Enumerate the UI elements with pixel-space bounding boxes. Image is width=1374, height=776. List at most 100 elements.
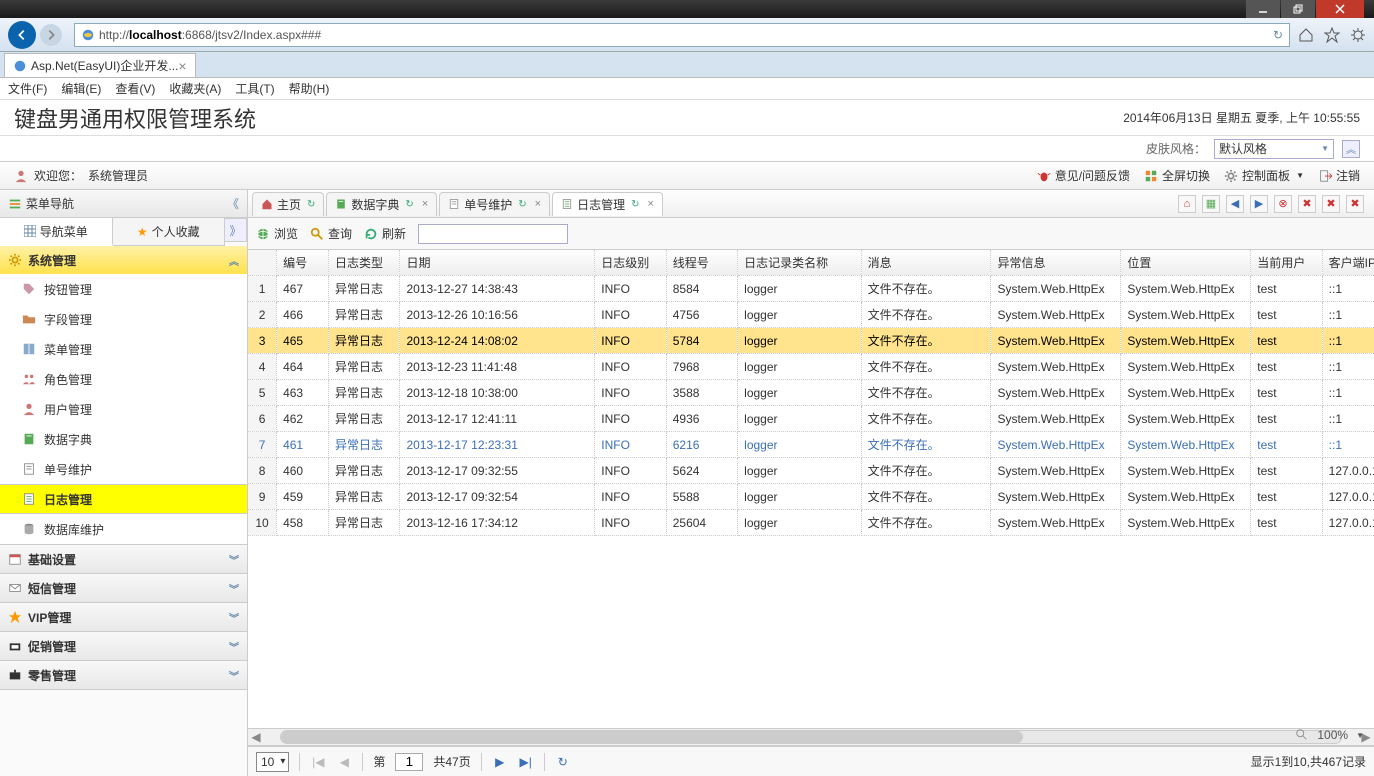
home-icon[interactable] — [1298, 27, 1314, 43]
window-close-button[interactable] — [1316, 0, 1364, 18]
collapse-header-button[interactable]: ︽ — [1342, 140, 1360, 158]
column-header[interactable]: 位置 — [1121, 250, 1251, 276]
page-input[interactable] — [395, 753, 423, 771]
menu-item[interactable]: 角色管理 — [0, 364, 247, 394]
window-maximize-button[interactable] — [1281, 0, 1315, 18]
browser-menu-item[interactable]: 工具(T) — [235, 80, 274, 97]
table-row[interactable]: 1 467异常日志2013-12-27 14:38:43 INFO8584log… — [248, 276, 1374, 302]
menu-item[interactable]: 按钮管理 — [0, 274, 247, 304]
menu-item[interactable]: 菜单管理 — [0, 334, 247, 364]
nav-forward-button[interactable] — [40, 24, 62, 46]
refresh-button[interactable]: 刷新 — [364, 225, 406, 242]
close-icon[interactable]: × — [535, 198, 541, 210]
column-header[interactable]: 线程号 — [666, 250, 737, 276]
table-row[interactable]: 5 463异常日志2013-12-18 10:38:00 INFO3588log… — [248, 380, 1374, 406]
refresh-icon[interactable]: ↻ — [405, 199, 413, 210]
skin-select[interactable]: 默认风格 — [1214, 139, 1334, 159]
column-header[interactable]: 日志记录类名称 — [738, 250, 861, 276]
search-input[interactable] — [418, 224, 568, 244]
nav-back-button[interactable] — [8, 21, 36, 49]
next-page-button[interactable]: ▶ — [492, 754, 508, 770]
column-header[interactable]: 编号 — [277, 250, 329, 276]
window-minimize-button[interactable] — [1246, 0, 1280, 18]
prev-page-button[interactable]: ◀ — [336, 754, 352, 770]
browser-menu-item[interactable]: 文件(F) — [8, 80, 47, 97]
browser-menu-item[interactable]: 帮助(H) — [289, 80, 330, 97]
logout-button[interactable]: 注销 — [1318, 167, 1360, 184]
tab-close-icon[interactable]: × — [178, 58, 186, 74]
column-header[interactable]: 异常信息 — [991, 250, 1121, 276]
tabtool-close-icon[interactable]: ⊗ — [1274, 195, 1292, 213]
tabtool-grid-icon[interactable]: ▦ — [1202, 195, 1220, 213]
table-row[interactable]: 7 461异常日志2013-12-17 12:23:31 INFO6216log… — [248, 432, 1374, 458]
feedback-button[interactable]: 意见/问题反馈 — [1037, 167, 1130, 184]
menu-item[interactable]: 单号维护 — [0, 454, 247, 484]
content-tab[interactable]: 主页↻ — [252, 192, 324, 216]
fullscreen-button[interactable]: 全屏切换 — [1144, 167, 1210, 184]
close-icon[interactable]: × — [422, 198, 428, 210]
page-size-select[interactable]: 10 — [256, 752, 289, 772]
column-header[interactable]: 日期 — [400, 250, 595, 276]
accordion-header[interactable]: 基础设置︾ — [0, 545, 247, 573]
browser-menu-item[interactable]: 查看(V) — [115, 80, 155, 97]
sidebar-expand-button[interactable]: 》 — [225, 218, 247, 242]
browser-menu-item[interactable]: 收藏夹(A) — [169, 80, 221, 97]
menu-item[interactable]: 数据字典 — [0, 424, 247, 454]
content-tab[interactable]: 单号维护↻× — [439, 192, 550, 216]
refresh-icon[interactable]: ↻ — [1273, 28, 1283, 42]
reload-button[interactable]: ↻ — [555, 754, 571, 770]
tabtool-next-icon[interactable]: ▶ — [1250, 195, 1268, 213]
column-header[interactable]: 消息 — [861, 250, 991, 276]
zoom-icon[interactable] — [1295, 728, 1309, 742]
table-row[interactable]: 6 462异常日志2013-12-17 12:41:11 INFO4936log… — [248, 406, 1374, 432]
url-bar[interactable]: http://localhost:6868/jtsv2/Index.aspx##… — [74, 23, 1290, 47]
content-tab[interactable]: 日志管理↻× — [552, 192, 663, 216]
tools-icon[interactable] — [1350, 27, 1366, 43]
table-row[interactable]: 4 464异常日志2013-12-23 11:41:48 INFO7968log… — [248, 354, 1374, 380]
tabtool-home-icon[interactable]: ⌂ — [1178, 195, 1196, 213]
table-row[interactable]: 3 465异常日志2013-12-24 14:08:02 INFO5784log… — [248, 328, 1374, 354]
refresh-icon[interactable]: ↻ — [631, 199, 639, 210]
tabtool-x3-icon[interactable]: ✖ — [1346, 195, 1364, 213]
accordion-header[interactable]: VIP管理︾ — [0, 603, 247, 631]
table-row[interactable]: 2 466异常日志2013-12-26 10:16:56 INFO4756log… — [248, 302, 1374, 328]
column-header[interactable]: 日志类型 — [329, 250, 400, 276]
scroll-thumb[interactable] — [281, 731, 1023, 743]
scroll-left-icon[interactable]: ◀ — [248, 730, 264, 744]
tabtool-prev-icon[interactable]: ◀ — [1226, 195, 1244, 213]
column-header[interactable]: 客户端IP地址 — [1322, 250, 1374, 276]
first-page-button[interactable]: |◀ — [310, 754, 326, 770]
control-panel-button[interactable]: 控制面板▼ — [1224, 167, 1304, 184]
sidebar-tab-nav[interactable]: 导航菜单 — [0, 218, 113, 246]
last-page-button[interactable]: ▶| — [518, 754, 534, 770]
column-header[interactable]: 当前用户 — [1251, 250, 1322, 276]
column-header[interactable]: 日志级别 — [595, 250, 666, 276]
refresh-icon[interactable]: ↻ — [518, 199, 526, 210]
table-row[interactable]: 10 458异常日志2013-12-16 17:34:12 INFO25604l… — [248, 510, 1374, 536]
refresh-icon[interactable]: ↻ — [307, 199, 315, 210]
menu-item[interactable]: 字段管理 — [0, 304, 247, 334]
close-icon[interactable]: × — [648, 198, 654, 210]
menu-item[interactable]: 用户管理 — [0, 394, 247, 424]
query-button[interactable]: 查询 — [310, 225, 352, 242]
browser-menu-item[interactable]: 编辑(E) — [61, 80, 101, 97]
tabtool-x2-icon[interactable]: ✖ — [1322, 195, 1340, 213]
menu-item[interactable]: 数据库维护 — [0, 514, 247, 544]
favorites-icon[interactable] — [1324, 27, 1340, 43]
sidebar-collapse-button[interactable]: 《 — [227, 195, 239, 212]
browse-button[interactable]: 浏览 — [256, 225, 298, 242]
horizontal-scrollbar[interactable]: ◀ ▶ — [248, 728, 1374, 746]
accordion-header[interactable]: 零售管理︾ — [0, 661, 247, 689]
grid-scroll[interactable]: 编号日志类型日期日志级别线程号日志记录类名称消息异常信息位置当前用户客户端IP地… — [248, 250, 1374, 728]
menu-item[interactable]: 日志管理 — [0, 484, 247, 514]
accordion-header[interactable]: 系统管理︽ — [0, 246, 247, 274]
table-row[interactable]: 8 460异常日志2013-12-17 09:32:55 INFO5624log… — [248, 458, 1374, 484]
sidebar-tab-favorites[interactable]: ★个人收藏 — [113, 218, 226, 245]
content-tab[interactable]: 数据字典↻× — [326, 192, 437, 216]
table-row[interactable]: 9 459异常日志2013-12-17 09:32:54 INFO5588log… — [248, 484, 1374, 510]
accordion-header[interactable]: 短信管理︾ — [0, 574, 247, 602]
tabtool-x1-icon[interactable]: ✖ — [1298, 195, 1316, 213]
zoom-dropdown-icon[interactable]: ▼ — [1356, 731, 1364, 740]
browser-tab[interactable]: Asp.Net(EasyUI)企业开发... × — [4, 53, 196, 77]
accordion-header[interactable]: 促销管理︾ — [0, 632, 247, 660]
